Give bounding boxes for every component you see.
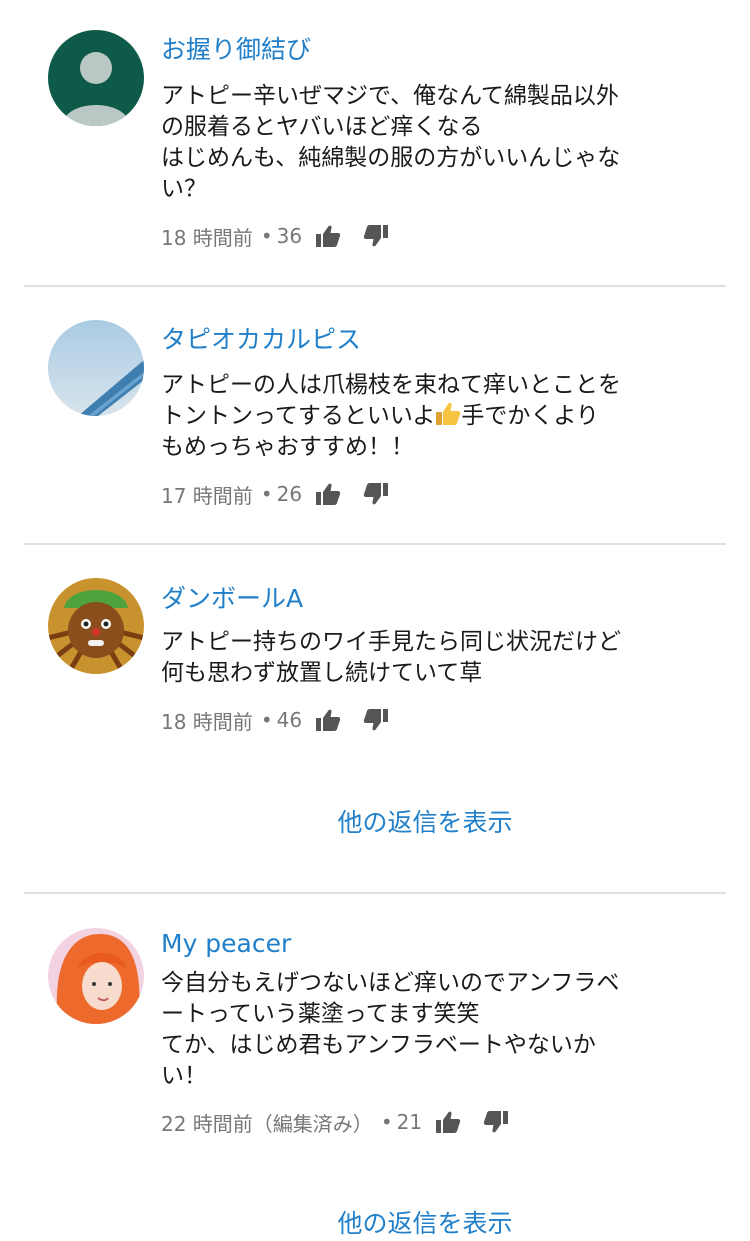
divider xyxy=(24,285,726,287)
thumbs-up-icon xyxy=(436,1111,461,1133)
avatar[interactable] xyxy=(48,320,144,416)
thumbs-down-icon xyxy=(363,225,389,247)
comment-time: 18 時間前 xyxy=(161,225,253,250)
cartoon-face-icon xyxy=(48,578,144,674)
separator-dot: • xyxy=(260,708,273,732)
comment-text: アトピー持ちのワイ手見たら同じ状況だけど 何も思わず放置し続けていて草 xyxy=(161,629,621,686)
comment-author[interactable]: My peacer xyxy=(161,928,291,960)
divider xyxy=(24,543,726,545)
avatar[interactable] xyxy=(48,928,144,1024)
like-button[interactable] xyxy=(314,222,342,250)
comment-author[interactable]: お握り御結び xyxy=(161,34,311,66)
comment-meta: 17 時間前 • 26 xyxy=(161,479,390,509)
separator-dot: • xyxy=(260,482,273,506)
thumbs-up-emoji-icon xyxy=(436,402,461,425)
comment-meta: 22 時間前（編集済み） • 21 xyxy=(161,1107,510,1137)
separator-dot: • xyxy=(260,224,273,248)
thumbs-down-icon xyxy=(483,1111,509,1133)
sky-photo-icon xyxy=(48,320,144,416)
dislike-button[interactable] xyxy=(482,1108,510,1136)
person-icon xyxy=(48,30,144,126)
comment-time: 22 時間前（編集済み） xyxy=(161,1111,373,1136)
dislike-button[interactable] xyxy=(362,222,390,250)
thumbs-up-icon xyxy=(316,709,341,731)
divider xyxy=(24,892,726,894)
thumbs-up-icon xyxy=(316,225,341,247)
dislike-button[interactable] xyxy=(362,706,390,734)
comment-meta: 18 時間前 • 36 xyxy=(161,221,390,251)
thumbs-down-icon xyxy=(363,709,389,731)
show-more-replies-button[interactable]: 他の返信を表示 xyxy=(0,1207,750,1241)
comment-text: アトピーの人は爪楊枝を束ねて痒いとことを トントンってするといいよ 手でかくより … xyxy=(161,370,701,463)
avatar[interactable] xyxy=(48,578,144,674)
like-button[interactable] xyxy=(434,1108,462,1136)
comment-author[interactable]: タピオカカルピス xyxy=(161,324,361,356)
like-count: 36 xyxy=(276,224,303,248)
show-more-replies-button[interactable]: 他の返信を表示 xyxy=(0,806,750,840)
like-count: 46 xyxy=(276,708,303,732)
person-photo-icon xyxy=(48,928,144,1024)
thumbs-down-icon xyxy=(363,483,389,505)
comment-text: 今自分もえげつないほど痒いのでアンフラベ ートっていう薬塗ってます笑笑 てか、は… xyxy=(161,970,620,1089)
like-button[interactable] xyxy=(314,706,342,734)
like-count: 26 xyxy=(276,482,303,506)
dislike-button[interactable] xyxy=(362,480,390,508)
comment-time: 18 時間前 xyxy=(161,709,253,734)
separator-dot: • xyxy=(380,1110,393,1134)
like-count: 21 xyxy=(396,1110,423,1134)
comment-author[interactable]: ダンボールA xyxy=(161,583,303,615)
comment-text: アトピー辛いぜマジで、俺なんて綿製品以外 の服着るとヤバいほど痒くなる はじめん… xyxy=(161,83,621,202)
comment-meta: 18 時間前 • 46 xyxy=(161,705,390,735)
like-button[interactable] xyxy=(314,480,342,508)
thumbs-up-icon xyxy=(316,483,341,505)
comment-time: 17 時間前 xyxy=(161,483,253,508)
avatar[interactable] xyxy=(48,30,144,126)
